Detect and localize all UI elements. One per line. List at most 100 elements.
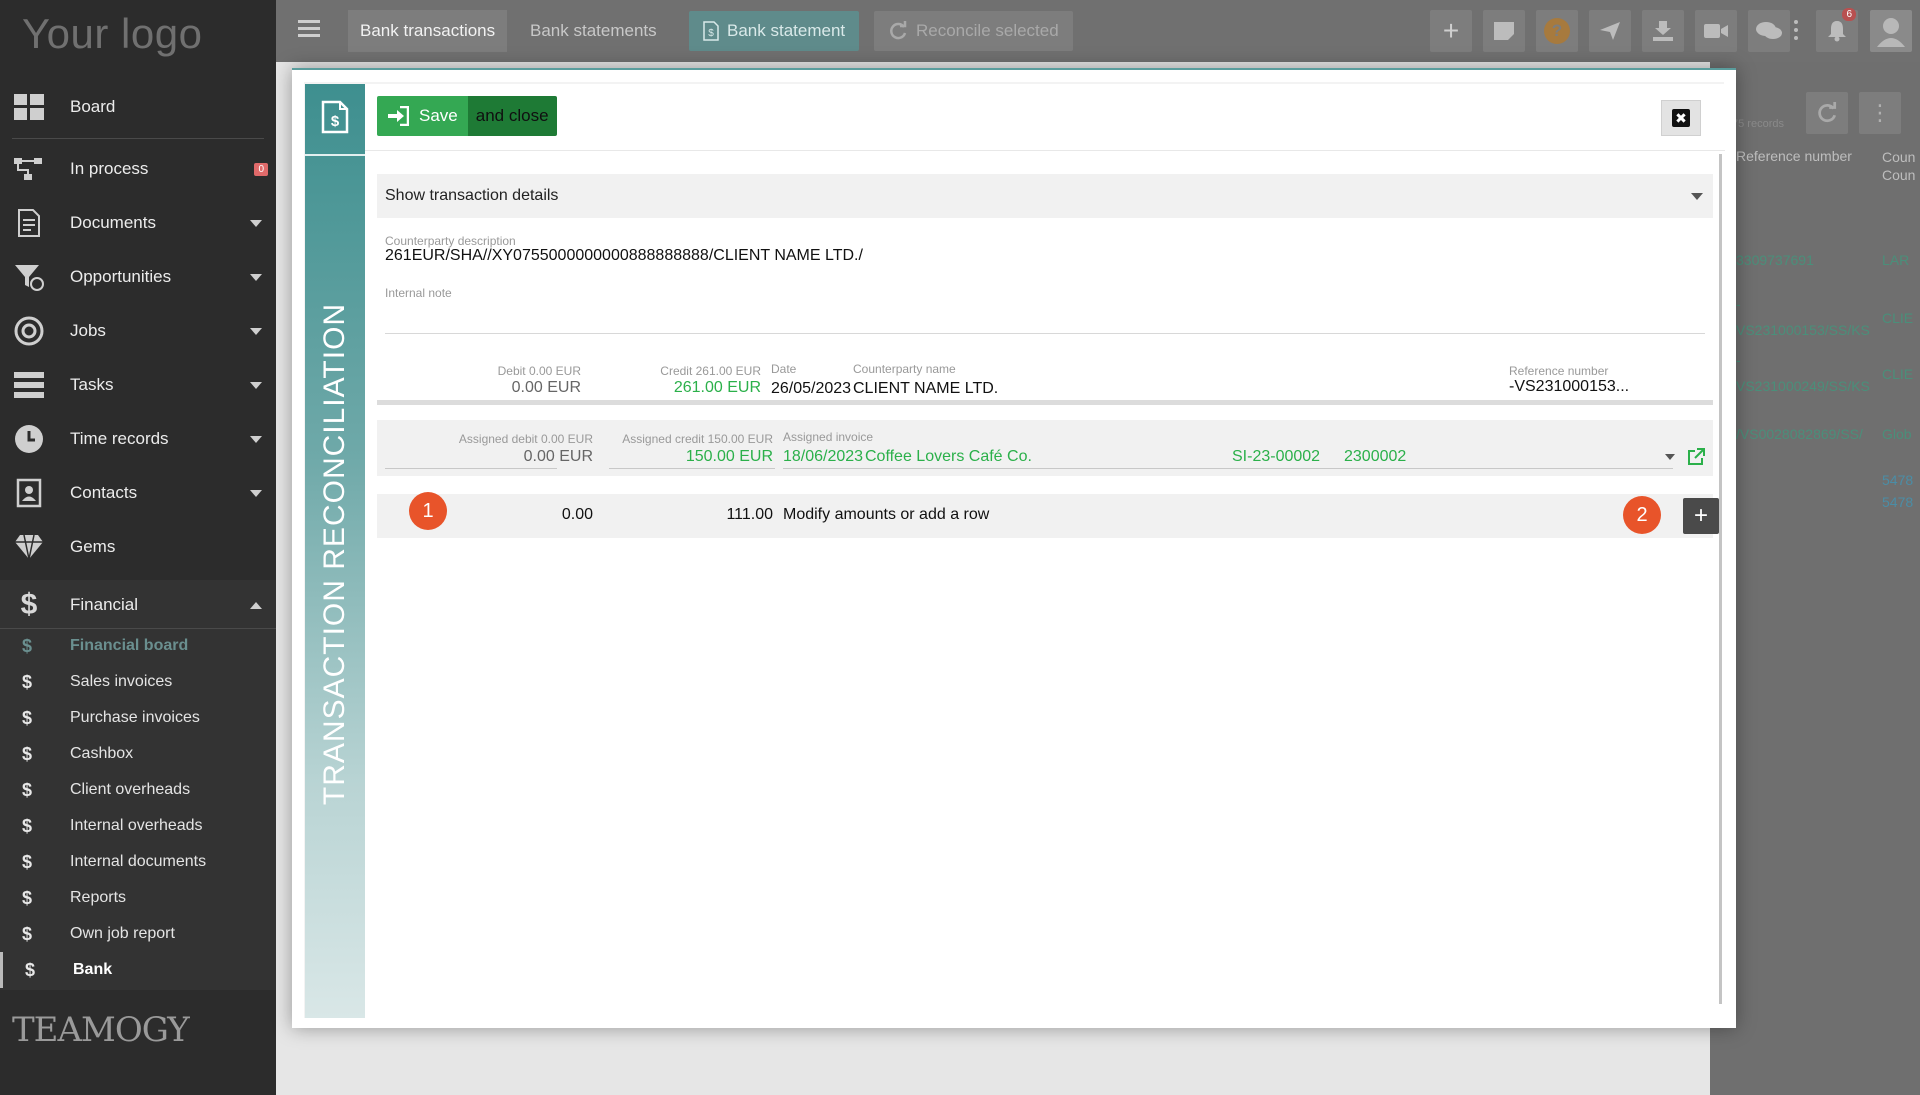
assigned-credit-value[interactable]: 150.00 EUR — [601, 448, 773, 466]
chat-icon[interactable] — [1748, 10, 1790, 52]
tab-bank-statements[interactable]: Bank statements — [518, 10, 669, 52]
sidebar-item-board[interactable]: Board — [0, 82, 276, 132]
assigned-invoice-date[interactable]: 18/06/2023 — [783, 448, 863, 466]
chevron-down-icon — [250, 273, 262, 281]
sidebar-subitem-internal-overheads[interactable]: $ Internal overheads — [0, 808, 276, 844]
counterparty-name-label: Counterparty name — [853, 362, 956, 376]
modify-amounts-row: 1 0.00 111.00 Modify amounts or add a ro… — [377, 492, 1719, 538]
scrollbar[interactable] — [1719, 154, 1722, 1004]
count-badge: 0 — [254, 162, 268, 176]
remaining-credit-value: 111.00 — [726, 506, 773, 523]
save-button[interactable]: Save — [377, 96, 468, 136]
assigned-debit-value[interactable]: 0.00 EUR — [435, 448, 593, 466]
sidebar-subitem-financial-board[interactable]: $ Financial board — [0, 628, 276, 664]
bank-statement-button[interactable]: $ Bank statement — [689, 11, 860, 51]
sidebar-item-opportunities[interactable]: Opportunities — [0, 252, 276, 302]
external-link-icon[interactable] — [1687, 448, 1705, 466]
video-icon[interactable] — [1695, 10, 1737, 52]
sidebar-item-label: Tasks — [70, 375, 114, 394]
chevron-down-icon — [250, 381, 262, 389]
hamburger-menu-icon[interactable] — [298, 20, 320, 38]
document-dollar-icon: $ — [703, 21, 719, 41]
reconcile-selected-label: Reconcile selected — [916, 21, 1059, 40]
sidebar-subitem-bank[interactable]: $ Bank — [0, 952, 276, 988]
counterparty-name-value: CLIENT NAME LTD. — [853, 380, 999, 397]
sidebar-item-jobs[interactable]: Jobs — [0, 306, 276, 356]
dollar-icon: $ — [25, 959, 36, 980]
sidebar-item-label: Contacts — [70, 483, 138, 502]
field-underline — [609, 468, 775, 469]
tab-bank-transactions[interactable]: Bank transactions — [348, 10, 508, 52]
help-icon[interactable]: ? — [1536, 10, 1578, 52]
strip-divider — [305, 154, 365, 156]
assigned-invoice-reference[interactable]: 2300002 — [1344, 448, 1406, 466]
add-icon[interactable]: + — [1430, 10, 1472, 52]
target-icon — [14, 316, 44, 346]
transaction-reconciliation-modal: $ TRANSACTION RECONCILIATION Save and cl… — [292, 68, 1736, 1028]
date-value: 26/05/2023 — [771, 380, 852, 397]
internal-note-input[interactable] — [385, 304, 1705, 334]
save-close-label[interactable]: and close — [467, 96, 557, 136]
add-row-button[interactable]: + — [1683, 498, 1719, 534]
dollar-icon: $ — [22, 635, 33, 656]
credit-label: Credit 261.00 EUR — [660, 364, 761, 378]
counterparty-description-label: Counterparty description — [385, 234, 516, 248]
dollar-icon: $ — [20, 588, 38, 621]
sidebar-item-time-records[interactable]: Time records — [0, 414, 276, 464]
sidebar-item-in-process[interactable]: In process 0 — [0, 144, 276, 194]
dollar-icon: $ — [22, 887, 33, 908]
bell-icon[interactable]: 6 — [1816, 8, 1858, 52]
sidebar-subitem-cashbox[interactable]: $ Cashbox — [0, 736, 276, 772]
funnel-icon — [14, 262, 44, 292]
board-icon — [14, 92, 44, 122]
sidebar-subitem-own-job-report[interactable]: $ Own job report — [0, 916, 276, 952]
sidebar-subitem-label: Sales invoices — [70, 673, 173, 690]
show-transaction-details-toggle[interactable]: Show transaction details — [377, 174, 1713, 218]
header-divider — [365, 150, 1725, 151]
sidebar-item-label: Jobs — [70, 321, 106, 340]
sidebar-item-contacts[interactable]: Contacts — [0, 468, 276, 518]
chevron-down-icon — [250, 327, 262, 335]
sidebar-subitem-reports[interactable]: $ Reports — [0, 880, 276, 916]
contact-icon — [14, 478, 44, 508]
top-bar: Bank transactions Bank statements $ Bank… — [276, 0, 1920, 62]
avatar[interactable] — [1870, 10, 1912, 52]
sidebar-subitem-label: Purchase invoices — [70, 709, 200, 726]
reference-number-label: Reference number — [1509, 364, 1609, 378]
close-button[interactable]: ✖ — [1661, 100, 1701, 136]
sidebar-subitem-client-overheads[interactable]: $ Client overheads — [0, 772, 276, 808]
chevron-down-icon — [1691, 193, 1703, 200]
document-dollar-icon: $ — [321, 100, 349, 134]
invoice-dropdown-icon[interactable] — [1665, 454, 1675, 460]
sidebar-subitem-purchase-invoices[interactable]: $ Purchase invoices — [0, 700, 276, 736]
process-icon — [14, 154, 44, 184]
tasks-icon — [14, 370, 44, 400]
sidebar-subitem-internal-documents[interactable]: $ Internal documents — [0, 844, 276, 880]
sidebar-item-financial[interactable]: $ Financial — [0, 580, 276, 630]
sign-in-icon — [388, 106, 409, 126]
send-icon[interactable] — [1589, 10, 1631, 52]
sidebar: Your logo Board In process 0 Documents O… — [0, 0, 276, 1095]
assigned-invoice-company[interactable]: Coffee Lovers Café Co. — [865, 448, 1032, 466]
sidebar-item-documents[interactable]: Documents — [0, 198, 276, 248]
step-marker-2: 2 — [1623, 496, 1661, 534]
assigned-invoice-number[interactable]: SI-23-00002 — [1232, 448, 1320, 466]
close-icon: ✖ — [1672, 109, 1690, 127]
sidebar-subitem-label: Bank — [73, 961, 113, 978]
sidebar-subitem-sales-invoices[interactable]: $ Sales invoices — [0, 664, 276, 700]
save-and-close-button[interactable]: Save and close — [377, 96, 557, 136]
debit-value: 0.00 EUR — [511, 379, 581, 396]
sidebar-subitem-label: Internal overheads — [70, 817, 203, 834]
counterparty-description-value: 261EUR/SHA//XY0755000000000888888888/CLI… — [385, 247, 863, 264]
sidebar-item-gems[interactable]: Gems — [0, 522, 276, 572]
date-label: Date — [771, 362, 797, 376]
more-vertical-icon[interactable] — [1794, 20, 1798, 42]
sidebar-item-tasks[interactable]: Tasks — [0, 360, 276, 410]
assigned-invoice-label: Assigned invoice — [783, 430, 874, 444]
download-icon[interactable] — [1642, 10, 1684, 52]
reconcile-selected-button[interactable]: Reconcile selected — [874, 11, 1073, 51]
modify-amounts-text: Modify amounts or add a row — [783, 506, 990, 523]
internal-note-label: Internal note — [385, 286, 452, 300]
brand-logo: TEAMOGY — [12, 1010, 190, 1050]
note-icon[interactable] — [1483, 10, 1525, 52]
